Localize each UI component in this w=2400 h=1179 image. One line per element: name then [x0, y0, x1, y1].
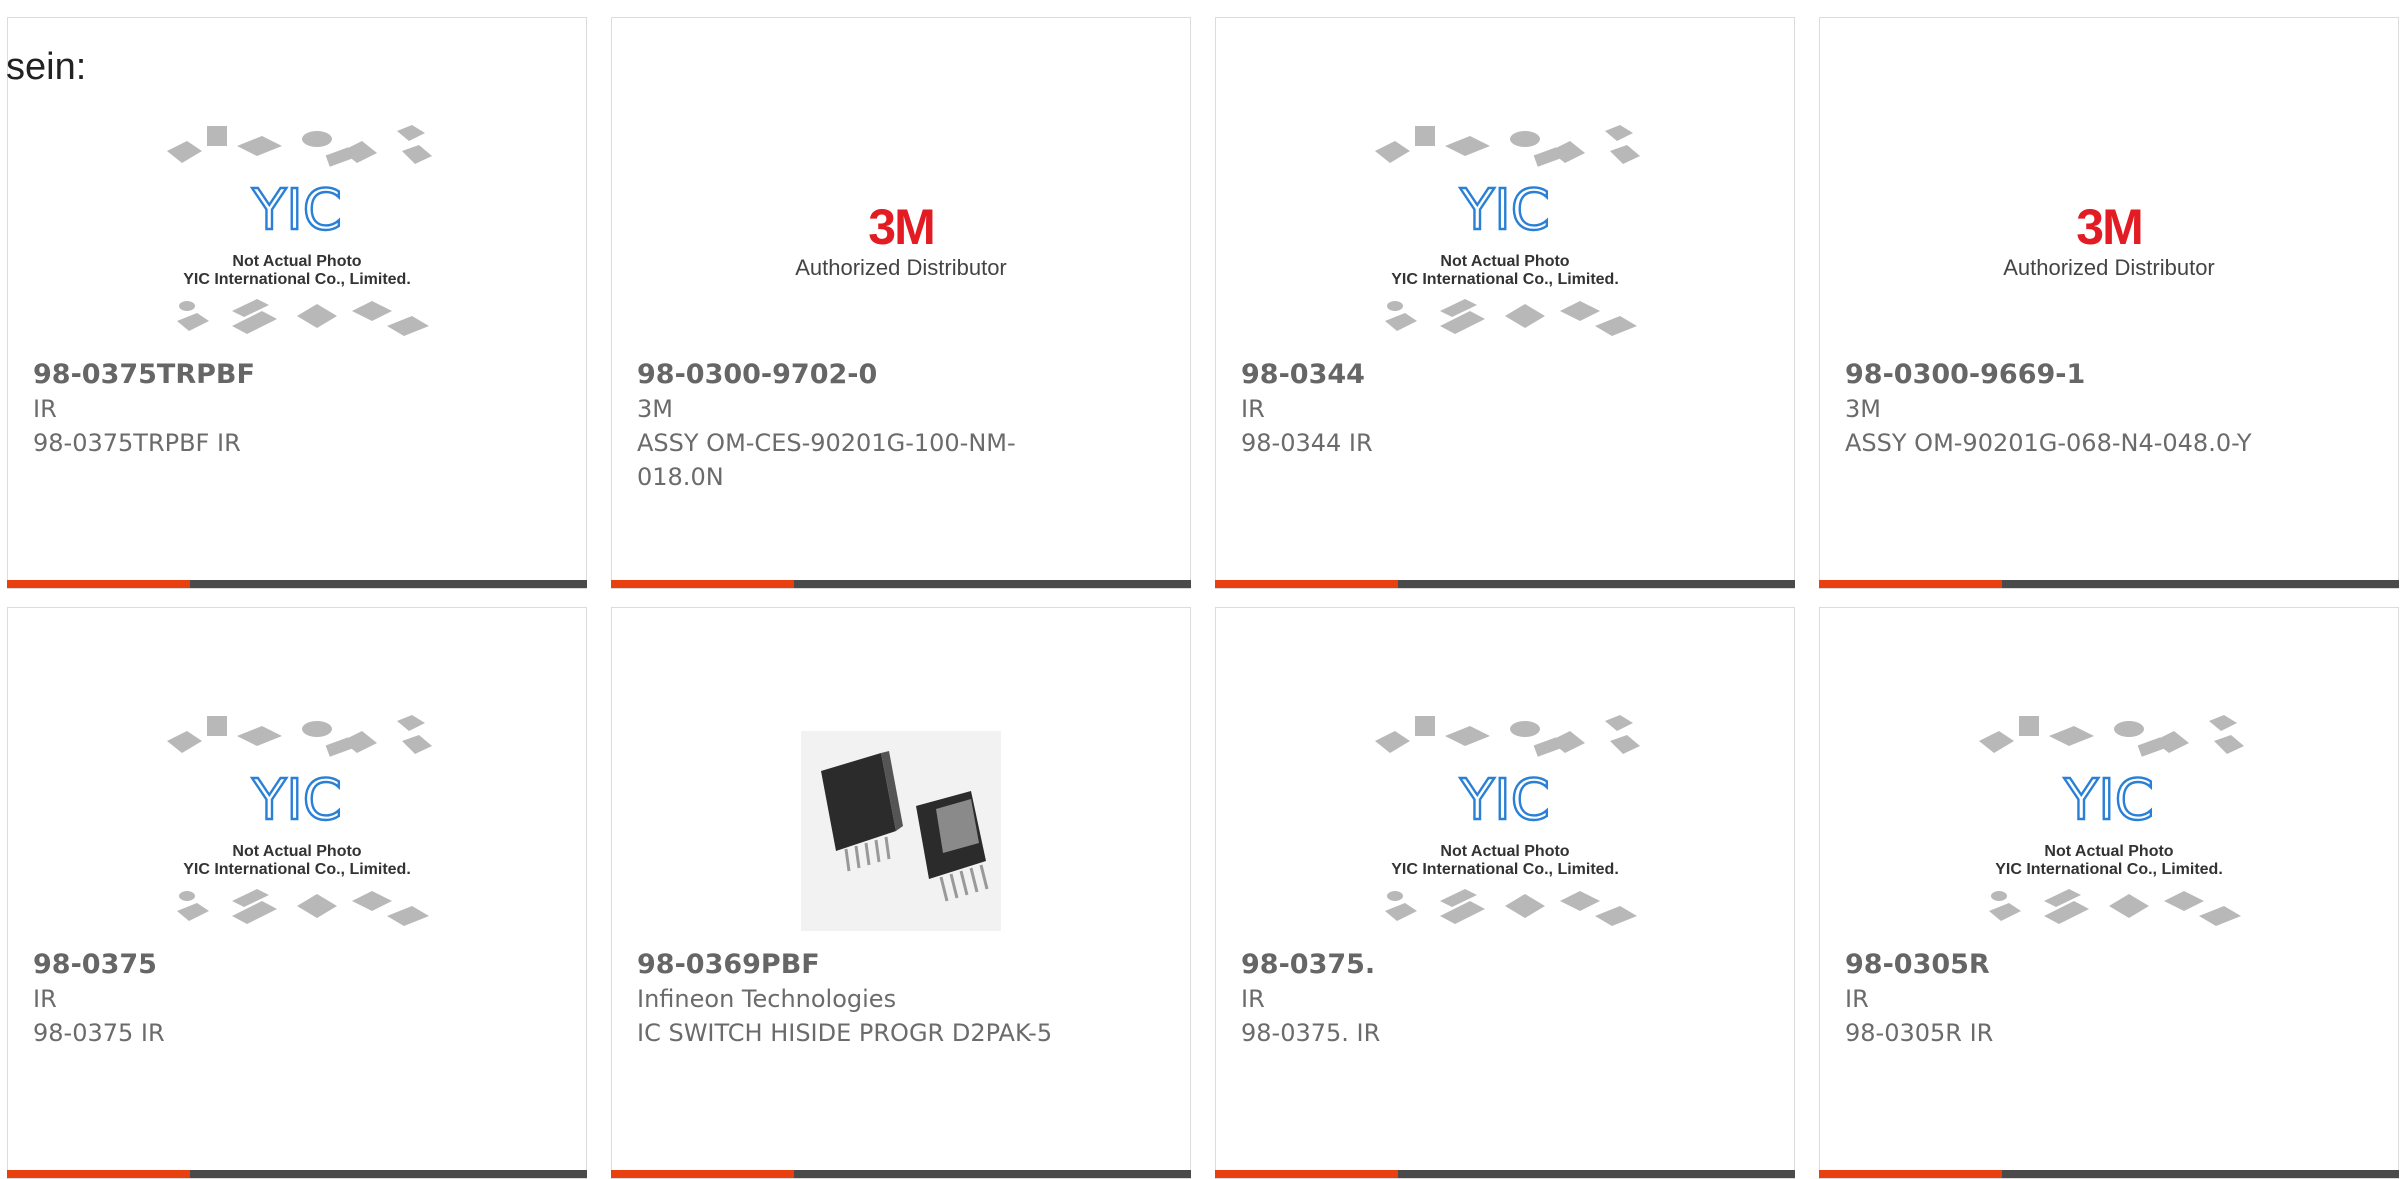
description: ASSY OM-90201G-068-N4-048.0-Y: [1845, 429, 2252, 457]
product-card[interactable]: 3M Authorized Distributor 98-0300-9702-0…: [611, 17, 1191, 589]
svg-text:YIC International Co., Limited: YIC International Co., Limited.: [183, 861, 411, 878]
manufacturer: IR: [33, 395, 57, 423]
manufacturer: 3M: [1845, 395, 1881, 423]
brand-logo: 3M: [868, 199, 935, 255]
product-info: 98-0300-9669-1 3M ASSY OM-90201G-068-N4-…: [1845, 358, 2285, 460]
svg-text:YIC International Co., Limited: YIC International Co., Limited.: [1391, 271, 1619, 288]
manufacturer: Infineon Technologies: [637, 985, 897, 1013]
svg-text:YIC International Co., Limited: YIC International Co., Limited.: [1995, 861, 2223, 878]
card-accent-bar: [1819, 1170, 2002, 1178]
manufacturer: IR: [1845, 985, 1869, 1013]
svg-text:Not Actual Photo: Not Actual Photo: [1440, 843, 1569, 860]
intro-text: sein:: [6, 46, 87, 88]
part-number-link[interactable]: 98-0369PBF: [637, 948, 1077, 982]
card-accent-bar: [1215, 1170, 1398, 1178]
product-image: YIC Not Actual Photo YIC International C…: [8, 96, 586, 386]
product-image: YIC Not Actual Photo YIC International C…: [1216, 96, 1794, 386]
card-bottom-bar: [7, 1170, 587, 1178]
card-bottom-bar: [1819, 1170, 2399, 1178]
part-number-link[interactable]: 98-0375.: [1241, 948, 1681, 982]
card-accent-bar: [7, 580, 190, 588]
svg-text:YIC: YIC: [2063, 768, 2154, 833]
brand-logo: 3M: [2076, 199, 2143, 255]
card-bottom-bar: [611, 1170, 1191, 1178]
product-info: 98-0305R IR 98-0305R IR: [1845, 948, 2285, 1050]
placeholder-image-icon: YIC Not Actual Photo YIC International C…: [167, 125, 432, 336]
card-accent-bar: [7, 1170, 190, 1178]
card-bottom-bar: [1819, 580, 2399, 588]
manufacturer: IR: [1241, 395, 1265, 423]
description: 98-0375. IR: [1241, 1019, 1381, 1047]
description: 98-0375TRPBF IR: [33, 429, 241, 457]
svg-text:YIC: YIC: [1459, 178, 1550, 243]
manufacturer: IR: [1241, 985, 1265, 1013]
description: ASSY OM-CES-90201G-100-NM-018.0N: [637, 429, 1016, 491]
svg-text:Not Actual Photo: Not Actual Photo: [2044, 843, 2173, 860]
product-info: 98-0375TRPBF IR 98-0375TRPBF IR: [33, 358, 473, 460]
part-number-link[interactable]: 98-0375TRPBF: [33, 358, 473, 392]
svg-text:YIC International Co., Limited: YIC International Co., Limited.: [1391, 861, 1619, 878]
svg-text:YIC: YIC: [251, 178, 342, 243]
description: 98-0344 IR: [1241, 429, 1373, 457]
part-number-link[interactable]: 98-0344: [1241, 358, 1681, 392]
card-bottom-bar: [1215, 1170, 1795, 1178]
product-info: 98-0300-9702-0 3M ASSY OM-CES-90201G-100…: [637, 358, 1077, 494]
svg-text:YIC: YIC: [1459, 768, 1550, 833]
placeholder-image-icon: YIC Not Actual Photo YIC International C…: [167, 715, 432, 926]
product-card[interactable]: YIC Not Actual Photo YIC International C…: [7, 17, 587, 589]
brand-caption: Authorized Distributor: [2003, 255, 2215, 280]
product-info: 98-0344 IR 98-0344 IR: [1241, 358, 1681, 460]
description: 98-0305R IR: [1845, 1019, 1994, 1047]
product-image: 3M Authorized Distributor: [612, 96, 1190, 386]
description: 98-0375 IR: [33, 1019, 165, 1047]
brand-badge: 3M Authorized Distributor: [791, 201, 1011, 281]
product-image: YIC Not Actual Photo YIC International C…: [1216, 686, 1794, 976]
brand-badge: 3M Authorized Distributor: [1999, 201, 2219, 281]
product-info: 98-0369PBF Infineon Technologies IC SWIT…: [637, 948, 1077, 1050]
description: IC SWITCH HISIDE PROGR D2PAK-5: [637, 1019, 1053, 1047]
svg-text:Not Actual Photo: Not Actual Photo: [232, 253, 361, 270]
part-number-link[interactable]: 98-0300-9669-1: [1845, 358, 2285, 392]
card-accent-bar: [1215, 580, 1398, 588]
card-accent-bar: [1819, 580, 2002, 588]
product-card[interactable]: YIC Not Actual Photo YIC International C…: [1819, 607, 2399, 1179]
product-info: 98-0375 IR 98-0375 IR: [33, 948, 473, 1050]
placeholder-image-icon: YIC Not Actual Photo YIC International C…: [1979, 715, 2244, 926]
svg-text:YIC International Co., Limited: YIC International Co., Limited.: [183, 271, 411, 288]
svg-text:YIC: YIC: [251, 768, 342, 833]
card-bottom-bar: [611, 580, 1191, 588]
product-image: YIC Not Actual Photo YIC International C…: [8, 686, 586, 976]
part-number-link[interactable]: 98-0375: [33, 948, 473, 982]
placeholder-image-icon: YIC Not Actual Photo YIC International C…: [1375, 715, 1640, 926]
product-grid: YIC Not Actual Photo YIC International C…: [7, 17, 2399, 1179]
part-number-link[interactable]: 98-0300-9702-0: [637, 358, 1077, 392]
manufacturer: IR: [33, 985, 57, 1013]
part-number-link[interactable]: 98-0305R: [1845, 948, 2285, 982]
svg-text:Not Actual Photo: Not Actual Photo: [1440, 253, 1569, 270]
product-image: YIC Not Actual Photo YIC International C…: [1820, 686, 2398, 976]
product-image: [612, 686, 1190, 976]
manufacturer: 3M: [637, 395, 673, 423]
card-bottom-bar: [1215, 580, 1795, 588]
product-image: 3M Authorized Distributor: [1820, 96, 2398, 386]
card-bottom-bar: [7, 580, 587, 588]
product-info: 98-0375. IR 98-0375. IR: [1241, 948, 1681, 1050]
ic-package-photo-icon: [801, 731, 1001, 931]
product-card[interactable]: YIC Not Actual Photo YIC International C…: [1215, 607, 1795, 1179]
card-accent-bar: [611, 580, 794, 588]
placeholder-image-icon: YIC Not Actual Photo YIC International C…: [1375, 125, 1640, 336]
brand-caption: Authorized Distributor: [795, 255, 1007, 280]
card-accent-bar: [611, 1170, 794, 1178]
product-card[interactable]: 98-0369PBF Infineon Technologies IC SWIT…: [611, 607, 1191, 1179]
product-card[interactable]: 3M Authorized Distributor 98-0300-9669-1…: [1819, 17, 2399, 589]
svg-text:Not Actual Photo: Not Actual Photo: [232, 843, 361, 860]
product-card[interactable]: YIC Not Actual Photo YIC International C…: [1215, 17, 1795, 589]
product-card[interactable]: YIC Not Actual Photo YIC International C…: [7, 607, 587, 1179]
